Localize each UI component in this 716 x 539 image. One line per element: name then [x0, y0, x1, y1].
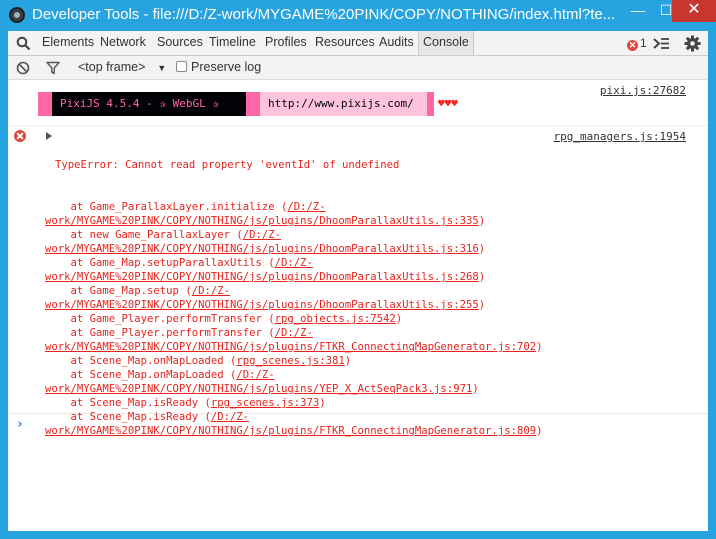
message-source-link[interactable]: rpg_managers.js:1954 [554, 130, 686, 143]
stack-frame-line: at Game_Player.performTransfer (/D:/Z- [45, 326, 565, 340]
stack-frame-line: work/MYGAME%20PINK/COPY/NOTHING/js/plugi… [45, 298, 565, 312]
stack-frame-link[interactable]: work/MYGAME%20PINK/COPY/NOTHING/js/plugi… [45, 271, 479, 283]
stack-frame-text: ) [344, 355, 352, 367]
stack-frame-line: at Game_Map.setup (/D:/Z- [45, 284, 565, 298]
stack-frame-link[interactable]: /D:/Z- [243, 229, 281, 241]
stack-frame-line: at Scene_Map.isReady (/D:/Z- [45, 410, 565, 424]
stack-frame-text: ) [478, 215, 486, 227]
stack-frame-text: at Game_ParallaxLayer.initialize ( [45, 201, 288, 213]
stack-frame-text: ) [478, 299, 486, 311]
gear-icon[interactable] [684, 35, 701, 52]
stack-frame-text: ) [478, 271, 486, 283]
frame-selector-value: <top frame> [78, 60, 146, 74]
stack-frame-line: at Game_ParallaxLayer.initialize (/D:/Z- [45, 200, 565, 214]
banner-stripe [38, 92, 52, 116]
stack-frame-line: at new Game_ParallaxLayer (/D:/Z- [45, 228, 565, 242]
stack-frame-text: at Game_Map.setup ( [45, 285, 192, 297]
tab-network[interactable]: Network [100, 31, 146, 55]
error-stack: TypeError: Cannot read property 'eventId… [45, 130, 565, 466]
stack-frame-link[interactable]: /D:/Z- [211, 411, 249, 423]
stack-frame-line: work/MYGAME%20PINK/COPY/NOTHING/js/plugi… [45, 242, 565, 256]
error-badge-icon: ✕ [627, 40, 638, 51]
close-button[interactable]: ✕ [672, 0, 716, 22]
search-icon[interactable] [16, 36, 31, 51]
tab-audits[interactable]: Audits [379, 31, 414, 55]
stack-frame-link[interactable]: /D:/Z- [275, 257, 313, 269]
window-titlebar: Developer Tools - file:///D:/Z-work/MYGA… [0, 0, 716, 31]
stack-frame-line: work/MYGAME%20PINK/COPY/NOTHING/js/plugi… [45, 214, 565, 228]
stack-frame-text: at Scene_Map.onMapLoaded ( [45, 355, 237, 367]
tab-profiles[interactable]: Profiles [265, 31, 307, 55]
stack-frame-link[interactable]: /D:/Z- [192, 285, 230, 297]
stack-frame-link[interactable]: rpg_scenes.js:373 [211, 397, 319, 409]
stack-frame-link[interactable]: /D:/Z- [275, 327, 313, 339]
console-drawer-icon[interactable] [652, 36, 670, 51]
banner-main-text: PixiJS 4.5.4 - ✰ WebGL ✰ [52, 92, 246, 116]
stack-frame-text: ) [319, 397, 326, 409]
error-title[interactable]: TypeError: Cannot read property 'eventId… [45, 158, 565, 172]
stack-frame-text: ) [536, 425, 543, 437]
stack-frame-text: at Game_Map.setupParallaxUtils ( [45, 257, 275, 269]
frame-selector[interactable]: <top frame> ▼ [78, 60, 166, 74]
stack-frame-line: work/MYGAME%20PINK/COPY/NOTHING/js/plugi… [45, 382, 565, 396]
devtools-client: Elements Network Sources Timeline Profil… [8, 31, 708, 531]
stack-frame-link[interactable]: rpg_scenes.js:381 [236, 355, 344, 367]
stack-frame-text: ) [395, 313, 403, 325]
message-source-link[interactable]: pixi.js:27682 [600, 84, 686, 97]
stack-frame-text: at Scene_Map.isReady ( [45, 411, 211, 423]
stack-frame-text: ) [472, 383, 479, 395]
console-output: pixi.js:27682 PixiJS 4.5.4 - ✰ WebGL ✰ h… [8, 81, 708, 531]
stack-frame-line: at Scene_Map.onMapLoaded (/D:/Z- [45, 368, 565, 382]
stack-frame-line: at Scene_Map.onMapLoaded (rpg_scenes.js:… [45, 354, 565, 368]
stack-frame-text: at Scene_Map.isReady ( [45, 397, 211, 409]
clear-console-icon[interactable] [16, 61, 30, 75]
stack-frame-link[interactable]: /D:/Z- [236, 369, 274, 381]
banner-stripe [427, 92, 434, 116]
window-title: Developer Tools - file:///D:/Z-work/MYGA… [32, 6, 616, 23]
stack-frame-line: at Game_Map.setupParallaxUtils (/D:/Z- [45, 256, 565, 270]
stack-frame-text: at Game_Player.performTransfer ( [45, 313, 275, 325]
stack-frame-link[interactable]: work/MYGAME%20PINK/COPY/NOTHING/js/plugi… [45, 383, 472, 395]
console-toolbar: <top frame> ▼ Preserve log [8, 56, 708, 80]
stack-frame-line: at Scene_Map.isReady (rpg_scenes.js:373) [45, 396, 565, 410]
stack-frame-link[interactable]: work/MYGAME%20PINK/COPY/NOTHING/js/plugi… [45, 299, 479, 311]
minimize-button[interactable]: — [624, 0, 652, 22]
preserve-log-label: Preserve log [191, 60, 262, 74]
tab-console[interactable]: Console [418, 31, 474, 55]
console-message-error: rpg_managers.js:1954 TypeError: Cannot r… [8, 127, 708, 437]
tab-resources[interactable]: Resources [315, 31, 375, 55]
stack-frame-line: work/MYGAME%20PINK/COPY/NOTHING/js/plugi… [45, 270, 565, 284]
stack-frame-link[interactable]: work/MYGAME%20PINK/COPY/NOTHING/js/plugi… [45, 341, 536, 353]
console-prompt[interactable]: › [16, 417, 24, 432]
filter-icon[interactable] [46, 61, 60, 75]
banner-hearts: ♥♥♥ [438, 97, 458, 110]
chevron-down-icon: ▼ [157, 63, 167, 73]
preserve-log-toggle[interactable]: Preserve log [176, 60, 261, 74]
stack-frame-link[interactable]: rpg_objects.js:7542 [275, 313, 396, 325]
stack-frame-link[interactable]: work/MYGAME%20PINK/COPY/NOTHING/js/plugi… [45, 425, 536, 437]
banner-stripe [246, 92, 260, 116]
stack-frame-link[interactable]: work/MYGAME%20PINK/COPY/NOTHING/js/plugi… [45, 243, 479, 255]
tab-sources[interactable]: Sources [157, 31, 203, 55]
error-icon [14, 130, 26, 142]
error-counter[interactable]: ✕ 1 [627, 36, 647, 51]
stack-frame-line: work/MYGAME%20PINK/COPY/NOTHING/js/plugi… [45, 424, 565, 438]
console-message-pixi: pixi.js:27682 PixiJS 4.5.4 - ✰ WebGL ✰ h… [8, 81, 708, 126]
banner-url-text: http://www.pixijs.com/ [260, 92, 427, 116]
tab-elements[interactable]: Elements [42, 31, 94, 55]
stack-frame-link[interactable]: /D:/Z- [287, 201, 325, 213]
devtools-tabbar: Elements Network Sources Timeline Profil… [8, 31, 708, 56]
stack-frame-text: at new Game_ParallaxLayer ( [45, 229, 243, 241]
devtools-app-icon [9, 7, 25, 23]
stack-frame-text: at Game_Player.performTransfer ( [45, 327, 275, 339]
stack-frame-link[interactable]: work/MYGAME%20PINK/COPY/NOTHING/js/plugi… [45, 215, 479, 227]
error-count-value: 1 [640, 36, 647, 50]
stack-frame-text: ) [536, 341, 543, 353]
stack-frame-line: work/MYGAME%20PINK/COPY/NOTHING/js/plugi… [45, 340, 565, 354]
stack-frame-text: at Scene_Map.onMapLoaded ( [45, 369, 237, 381]
stack-frame-line: at Game_Player.performTransfer (rpg_obje… [45, 312, 565, 326]
preserve-log-checkbox[interactable] [176, 61, 187, 72]
stack-frame-text: ) [478, 243, 486, 255]
tab-timeline[interactable]: Timeline [209, 31, 256, 55]
